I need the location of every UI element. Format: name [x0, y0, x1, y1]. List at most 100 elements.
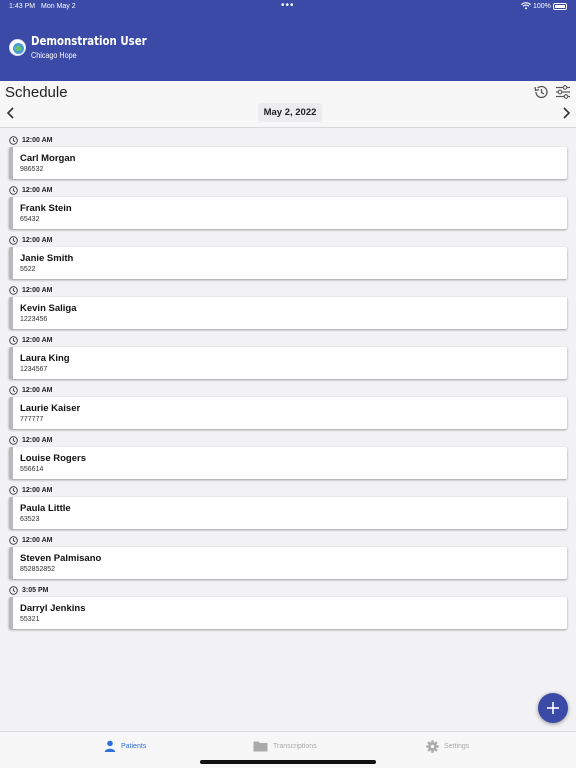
battery-icon	[553, 3, 567, 10]
date-picker[interactable]: May 2, 2022	[258, 103, 322, 122]
appointment-entry: 12:00 AM Janie Smith 5522	[0, 234, 576, 284]
home-indicator	[200, 760, 376, 764]
patient-id: 556614	[20, 466, 44, 473]
clock-icon	[9, 485, 18, 495]
patient-id: 986532	[20, 166, 44, 173]
filter-sliders-icon[interactable]	[555, 84, 571, 100]
tab-label: Patients	[121, 742, 147, 750]
tab-settings[interactable]: Settings	[426, 739, 469, 753]
status-time: 1:43 PM	[9, 3, 36, 10]
appointment-entry: 12:00 AM Frank Stein 65432	[0, 184, 576, 234]
patient-name: Paula Little	[20, 503, 71, 514]
patient-id: 5522	[20, 266, 36, 273]
history-icon[interactable]	[533, 84, 549, 100]
patient-name: Steven Palmisano	[20, 553, 102, 564]
patient-name: Janie Smith	[20, 253, 74, 264]
appointment-time: 12:00 AM	[22, 486, 53, 494]
appointment-time: 12:00 AM	[22, 536, 53, 544]
add-appointment-button[interactable]	[538, 693, 568, 723]
patient-id: 1234567	[20, 366, 48, 373]
multitask-dots-icon[interactable]: •••	[281, 0, 295, 11]
appointment-time: 12:00 AM	[22, 386, 53, 394]
patient-card[interactable]: Carl Morgan 986532	[9, 147, 567, 179]
appointment-time: 12:00 AM	[22, 336, 53, 344]
chevron-left-icon[interactable]	[5, 106, 17, 120]
person-icon	[104, 740, 116, 752]
appointment-entry: 12:00 AM Kevin Saliga 1223456	[0, 284, 576, 334]
clock-icon	[9, 185, 18, 195]
chevron-right-icon[interactable]	[560, 106, 572, 120]
patient-id: 63523	[20, 516, 40, 523]
tab-label: Transcriptions	[273, 742, 317, 750]
patient-name: Laura King	[20, 353, 70, 364]
patient-name: Darryl Jenkins	[20, 603, 86, 614]
battery-percent: 100%	[533, 3, 551, 10]
patient-name: Louise Rogers	[20, 453, 86, 464]
tab-transcriptions[interactable]: Transcriptions	[253, 739, 317, 753]
patient-card[interactable]: Darryl Jenkins 55321	[9, 597, 567, 629]
patient-id: 65432	[20, 216, 40, 223]
appointment-time: 12:00 AM	[22, 236, 53, 244]
appointment-time: 3:05 PM	[22, 586, 49, 594]
clock-icon	[9, 385, 18, 395]
appointment-time-row: 12:00 AM	[9, 184, 52, 196]
patient-card[interactable]: Frank Stein 65432	[9, 197, 567, 229]
appointment-entry: 12:00 AM Paula Little 63523	[0, 484, 576, 534]
appointment-time-row: 12:00 AM	[9, 484, 52, 496]
tab-label: Settings	[444, 742, 470, 750]
patient-id: 852852852	[20, 566, 56, 573]
appointment-time-row: 12:00 AM	[9, 384, 52, 396]
appointment-time-row: 12:00 AM	[9, 284, 52, 296]
patient-id: 777777	[20, 416, 44, 423]
patient-card[interactable]: Janie Smith 5522	[9, 247, 567, 279]
patient-id: 1223456	[20, 316, 48, 323]
patient-card[interactable]: Paula Little 63523	[9, 497, 567, 529]
patient-card[interactable]: Steven Palmisano 852852852	[9, 547, 567, 579]
patient-card[interactable]: Kevin Saliga 1223456	[9, 297, 567, 329]
clock-icon	[9, 335, 18, 345]
appointment-entry: 12:00 AM Louise Rogers 556614	[0, 434, 576, 484]
appointment-time-row: 12:00 AM	[9, 534, 52, 546]
clock-icon	[9, 435, 18, 445]
appointment-time-row: 12:00 AM	[9, 334, 52, 346]
schedule-toolbar: Schedule May 2, 2022	[0, 81, 576, 127]
clock-icon	[9, 585, 18, 595]
patient-id: 55321	[20, 616, 40, 623]
patient-name: Frank Stein	[20, 203, 72, 214]
appointment-time: 12:00 AM	[22, 286, 53, 294]
tab-patients[interactable]: Patients	[104, 739, 146, 753]
status-bar: 1:43 PM Mon May 2 ••• 100%	[0, 0, 576, 14]
globe-icon	[13, 43, 24, 54]
clock-icon	[9, 285, 18, 295]
patient-card[interactable]: Laura King 1234567	[9, 347, 567, 379]
appointment-time: 12:00 AM	[22, 436, 53, 444]
gear-icon	[426, 739, 439, 753]
org-name: Chicago Hope	[31, 51, 77, 60]
user-name: Demonstration User	[31, 34, 147, 48]
app-header: Demonstration User Chicago Hope	[0, 14, 576, 81]
patient-card[interactable]: Laurie Kaiser 777777	[9, 397, 567, 429]
clock-icon	[9, 535, 18, 545]
appointment-time-row: 12:00 AM	[9, 434, 52, 446]
appointment-entry: 3:05 PM Darryl Jenkins 55321	[0, 584, 576, 634]
appointment-list: 12:00 AM Carl Morgan 986532 12:00 AM Frank S…	[0, 134, 576, 634]
clock-icon	[9, 235, 18, 245]
appointment-time-row: 3:05 PM	[9, 584, 48, 596]
patient-card[interactable]: Louise Rogers 556614	[9, 447, 567, 479]
plus-icon	[547, 702, 559, 714]
wifi-icon	[521, 2, 531, 10]
appointment-entry: 12:00 AM Carl Morgan 986532	[0, 134, 576, 184]
appointment-time-row: 12:00 AM	[9, 134, 52, 146]
appointment-entry: 12:00 AM Laurie Kaiser 777777	[0, 384, 576, 434]
appointment-time-row: 12:00 AM	[9, 234, 52, 246]
avatar[interactable]	[9, 39, 26, 56]
toolbar-divider	[0, 127, 576, 128]
appointment-time: 12:00 AM	[22, 186, 53, 194]
folder-icon	[253, 741, 268, 752]
patient-name: Kevin Saliga	[20, 303, 77, 314]
appointment-time: 12:00 AM	[22, 136, 53, 144]
appointment-entry: 12:00 AM Steven Palmisano 852852852	[0, 534, 576, 584]
status-date: Mon May 2	[41, 3, 76, 10]
clock-icon	[9, 135, 18, 145]
appointment-entry: 12:00 AM Laura King 1234567	[0, 334, 576, 384]
